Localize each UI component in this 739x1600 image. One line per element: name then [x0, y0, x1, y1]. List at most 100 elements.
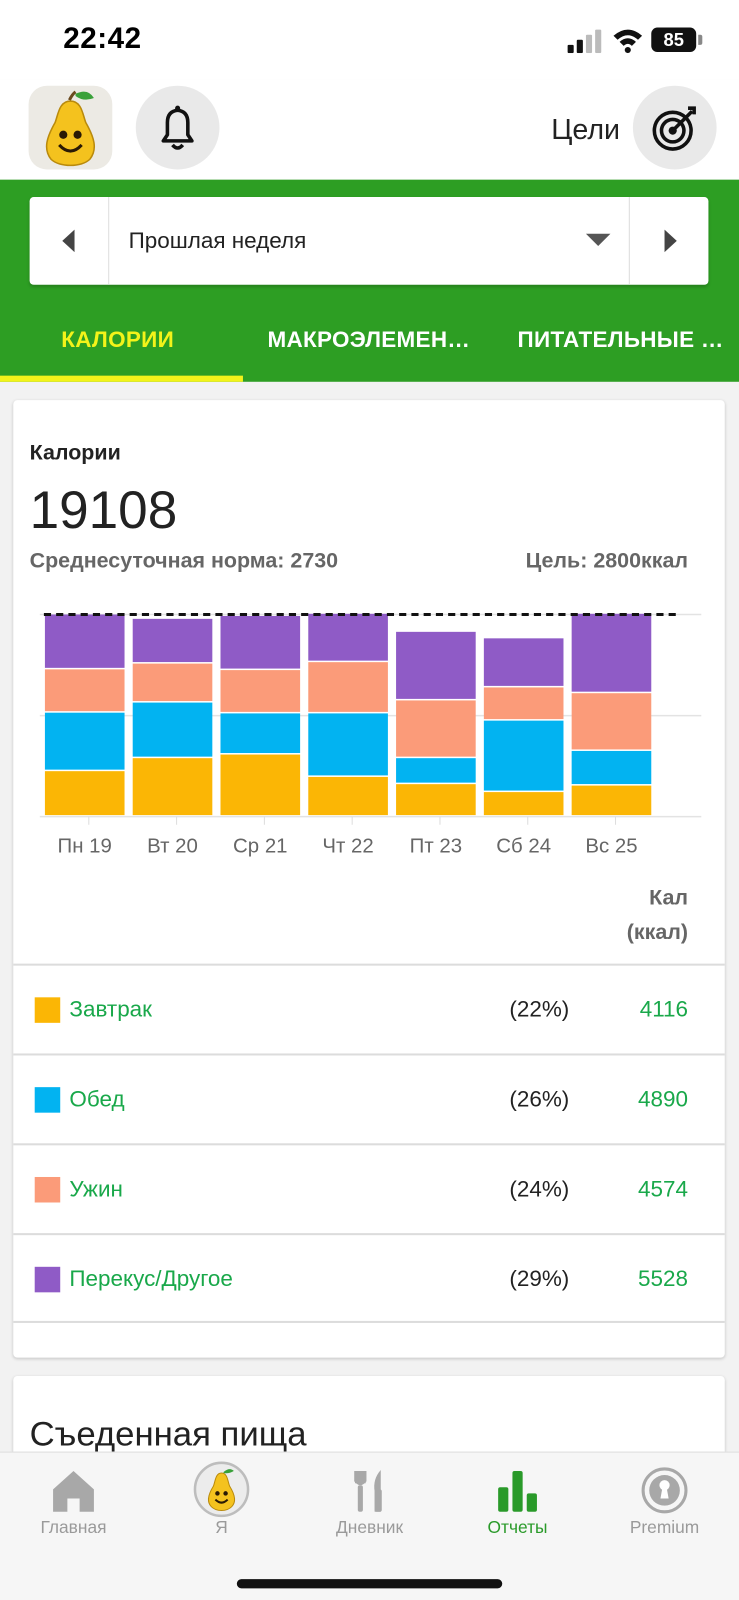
status-bar: 22:42 85: [0, 0, 739, 80]
top-header: Цели: [0, 79, 739, 180]
chart-bar-segment: [44, 712, 125, 770]
chart-bar-segment: [132, 758, 213, 816]
tab-macros[interactable]: МАКРОЭЛЕМЕН…: [267, 327, 470, 354]
notifications-button[interactable]: [135, 85, 220, 170]
nav-label: Главная: [40, 1517, 107, 1538]
dropdown-arrow-icon[interactable]: [585, 233, 611, 247]
breakdown-value: 5528: [638, 1265, 689, 1292]
calories-title: Калории: [29, 440, 121, 465]
breakdown-value: 4574: [638, 1175, 689, 1202]
breakdown-name: Ужин: [69, 1175, 123, 1202]
home-icon: [53, 1470, 94, 1512]
unit-header-line2: (ккал): [626, 920, 689, 945]
chart-x-tick-label: Пт 23: [410, 835, 462, 857]
chart-bar-segment: [44, 614, 125, 668]
chart-bar-segment: [220, 713, 301, 754]
chart-bar-segment: [308, 662, 388, 712]
nav-me[interactable]: Я: [148, 1453, 295, 1555]
breakdown-percent: (22%): [509, 996, 570, 1022]
chart-x-tick-label: Пн 19: [58, 835, 112, 857]
bottom-navigation: Главная Я Дневник Отчеты Premium: [0, 1451, 739, 1600]
breakdown-percent: (29%): [509, 1265, 570, 1292]
chart-bar-segment: [396, 784, 476, 816]
nav-premium[interactable]: Premium: [591, 1453, 738, 1555]
tab-calories[interactable]: КАЛОРИИ: [61, 327, 174, 354]
chart-x-tick-label: Вт 20: [147, 835, 198, 857]
pear-avatar-icon: [193, 1461, 250, 1518]
chart-x-tick-label: Чт 22: [322, 835, 373, 857]
previous-period-button[interactable]: [30, 197, 110, 285]
chart-x-tick-label: Ср 21: [233, 835, 287, 857]
chart-bar-segment: [132, 702, 213, 757]
active-tab-indicator: [0, 375, 243, 382]
next-period-button[interactable]: [628, 197, 709, 285]
home-indicator: [236, 1579, 503, 1589]
app-screen: 22:42 85 Цели Прошлая неделя КАЛОРИИ МАК…: [0, 0, 739, 1600]
breakdown-row-dinner[interactable]: Ужин (24%) 4574: [13, 1143, 725, 1233]
breakdown-row-lunch[interactable]: Обед (26%) 4890: [13, 1053, 725, 1143]
period-selector: Прошлая неделя: [29, 197, 709, 285]
bell-icon: [161, 105, 194, 150]
chart-x-tick-label: Вс 25: [585, 835, 637, 857]
calories-total: 19108: [29, 480, 178, 541]
battery-tip: [698, 34, 703, 45]
nav-label: Отчеты: [487, 1517, 548, 1538]
calories-card: Калории 19108 Среднесуточная норма: 2730…: [13, 400, 725, 1358]
food-eaten-title: Съеденная пища: [29, 1414, 307, 1454]
breakdown-name: Завтрак: [69, 996, 153, 1022]
cellular-signal-icon: [567, 29, 602, 54]
report-tabs: КАЛОРИИ МАКРОЭЛЕМЕН… ПИТАТЕЛЬНЫЕ …: [0, 312, 739, 382]
breakdown-value: 4890: [638, 1086, 689, 1112]
chart-bar-segment: [308, 776, 388, 816]
chart-bar-segment: [396, 700, 476, 757]
chart-bar-segment: [483, 638, 564, 686]
dinner-color-swatch: [34, 1176, 61, 1203]
premium-badge-icon: [641, 1467, 688, 1514]
chart-bar-segment: [220, 615, 301, 669]
nav-home[interactable]: Главная: [0, 1453, 147, 1555]
period-label[interactable]: Прошлая неделя: [129, 228, 307, 255]
battery-level: 85: [651, 27, 697, 53]
status-time: 22:42: [63, 22, 142, 56]
chart-bar-segment: [220, 670, 301, 712]
chevron-right-icon: [664, 229, 677, 253]
chart-bar-segment: [571, 785, 652, 816]
nav-diary[interactable]: Дневник: [296, 1453, 443, 1555]
calories-stacked-bar-chart: Пн 19 Вт 20 Ср 21 Чт 22 Пт 23 Сб 24 Вс 25: [39, 612, 702, 857]
breakdown-row-breakfast[interactable]: Завтрак (22%) 4116: [13, 963, 725, 1054]
breakfast-color-swatch: [34, 997, 61, 1023]
fork-knife-icon: [354, 1469, 382, 1512]
meal-breakdown-list: Завтрак (22%) 4116 Обед (26%) 4890 Ужин …: [13, 963, 725, 1323]
unit-header-line1: Кал: [649, 886, 689, 910]
chart-bar-segment: [308, 713, 388, 776]
breakdown-percent: (26%): [509, 1086, 570, 1112]
calorie-goal: Цель: 2800ккал: [525, 549, 689, 573]
bar-chart-icon: [498, 1470, 537, 1512]
chart-bar-segment: [396, 758, 476, 783]
chart-bar-segment: [571, 613, 652, 692]
chart-bar-segment: [132, 618, 213, 663]
target-icon: [652, 106, 696, 151]
breakdown-name: Обед: [69, 1086, 125, 1112]
chart-bar-segment: [483, 687, 564, 720]
goals-button[interactable]: [632, 85, 717, 170]
period-and-tabs: Прошлая неделя КАЛОРИИ МАКРОЭЛЕМЕН… ПИТА…: [0, 179, 739, 382]
snack-color-swatch: [34, 1266, 61, 1293]
chart-bar-segment: [44, 669, 125, 712]
app-logo[interactable]: [28, 85, 113, 170]
chart-x-tick-label: Сб 24: [496, 835, 551, 857]
chart-bar-segment: [571, 750, 652, 785]
nav-label: Дневник: [335, 1517, 404, 1538]
lunch-color-swatch: [34, 1087, 61, 1113]
breakdown-row-snack[interactable]: Перекус/Другое (29%) 5528: [13, 1233, 725, 1323]
chevron-left-icon: [62, 229, 75, 253]
goals-label[interactable]: Цели: [551, 113, 620, 146]
chart-bar-segment: [396, 631, 476, 699]
chart-bar-segment: [308, 613, 388, 661]
chart-bar-segment: [571, 693, 652, 750]
breakdown-name: Перекус/Другое: [69, 1265, 233, 1292]
nav-reports[interactable]: Отчеты: [444, 1453, 591, 1555]
tab-nutrients[interactable]: ПИТАТЕЛЬНЫЕ …: [518, 327, 724, 354]
chart-bar-segment: [483, 792, 564, 816]
chart-bar-segment: [483, 720, 564, 791]
